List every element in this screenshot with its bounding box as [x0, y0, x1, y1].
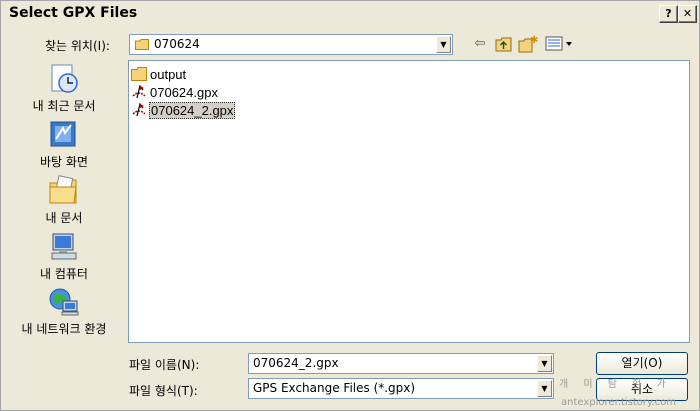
my-computer-icon	[48, 231, 80, 263]
place-network[interactable]: 내 네트워크 환경	[9, 286, 119, 337]
filetype-value: GPS Exchange Files (*.gpx)	[253, 381, 416, 395]
file-list[interactable]: output 070624.gpx 070624_2.gpx	[128, 60, 690, 343]
list-item-file-selected[interactable]: 070624_2.gpx	[131, 101, 236, 120]
filename-label: 파일 이름(N):	[129, 358, 200, 372]
list-item-folder[interactable]: output	[131, 66, 187, 84]
back-icon[interactable]: ⇦	[470, 34, 490, 54]
desktop-icon	[48, 119, 80, 151]
up-folder-icon[interactable]	[494, 34, 514, 54]
gpx-file-icon	[131, 102, 147, 118]
dialog-title: Select GPX Files	[9, 5, 138, 21]
network-icon	[48, 286, 80, 318]
list-item-file[interactable]: 070624.gpx	[131, 84, 219, 102]
place-my-computer[interactable]: 내 컴퓨터	[9, 231, 119, 282]
place-my-documents[interactable]: 내 문서	[9, 175, 119, 226]
folder-icon	[135, 39, 149, 50]
place-label: 내 네트워크 환경	[21, 322, 107, 336]
place-desktop[interactable]: 바탕 화면	[9, 119, 119, 170]
folder-icon	[131, 66, 147, 82]
help-button[interactable]: ?	[659, 5, 678, 23]
look-in-dropdown[interactable]: 070624 ▼	[129, 34, 453, 55]
new-folder-icon[interactable]: ✱	[518, 34, 538, 54]
recent-documents-icon	[48, 63, 80, 95]
look-in-value: 070624	[154, 37, 200, 51]
gpx-file-icon	[131, 84, 147, 100]
open-button[interactable]: 열기(O)	[596, 352, 688, 375]
place-label: 바탕 화면	[40, 155, 88, 169]
filetype-dropdown[interactable]: GPS Exchange Files (*.gpx) ▼	[248, 378, 554, 399]
filename-value: 070624_2.gpx	[253, 356, 339, 370]
place-label: 내 문서	[45, 211, 83, 225]
place-label: 내 최근 문서	[32, 99, 96, 113]
file-name: 070624_2.gpx	[149, 101, 236, 119]
title-bar: Select GPX Files ? ✕	[1, 1, 699, 27]
view-menu-icon[interactable]	[544, 34, 574, 54]
file-name: 070624.gpx	[150, 84, 218, 100]
chevron-down-icon[interactable]: ▼	[436, 36, 451, 53]
look-in-label: 찾는 위치(I):	[45, 39, 110, 53]
chevron-down-icon[interactable]: ▼	[537, 380, 552, 397]
close-button[interactable]: ✕	[678, 5, 697, 23]
file-dialog: Select GPX Files ? ✕ 찾는 위치(I): 070624 ▼ …	[0, 0, 700, 411]
svg-text:✱: ✱	[530, 35, 538, 46]
place-recent-docs[interactable]: 내 최근 문서	[9, 63, 119, 114]
chevron-down-icon[interactable]: ▼	[537, 355, 552, 372]
watermark-overlay: 개 미 탐 험 가	[559, 379, 672, 390]
watermark-text: antexplorer.tistory.com	[561, 397, 677, 408]
file-name: output	[150, 66, 187, 82]
filename-input[interactable]: 070624_2.gpx ▼	[248, 353, 554, 374]
filetype-label: 파일 형식(T):	[129, 384, 198, 398]
place-label: 내 컴퓨터	[40, 267, 88, 281]
my-documents-icon	[48, 175, 80, 207]
